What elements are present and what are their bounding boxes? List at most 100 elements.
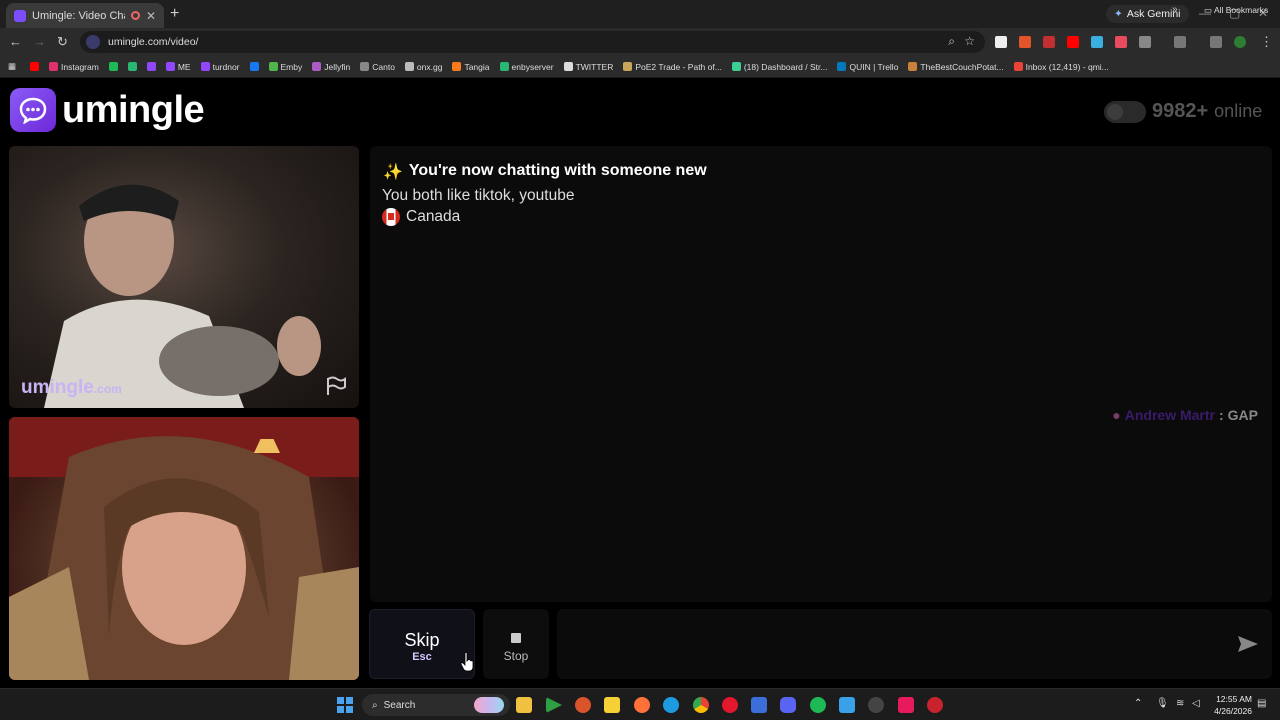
bookmark-item[interactable] [30,62,40,71]
emby-icon [268,62,278,71]
notepad-icon[interactable] [839,697,855,713]
report-flag-icon[interactable] [325,376,347,396]
reload-icon[interactable]: ↻ [57,34,68,50]
notifications-icon[interactable]: ▤ [1257,698,1266,709]
app-red-icon[interactable] [927,697,943,713]
bookmark-item[interactable]: ME [165,62,191,72]
url-text[interactable]: umingle.com/video/ [108,36,198,48]
canada-flag-icon [382,208,400,226]
online-label: online [1214,101,1263,121]
bookmark-label: Tangia [464,61,490,72]
firefox-icon[interactable] [634,697,650,713]
extension-youtube-icon[interactable] [1067,36,1079,48]
extension-k-icon[interactable] [995,36,1007,48]
browser-menu-icon[interactable]: ⋮ [1260,34,1273,50]
site-info-icon[interactable] [86,35,100,49]
jellyfin-icon [312,62,322,71]
tiktok-icon[interactable] [898,697,914,713]
clock-date: 4/26/2026 [1214,706,1252,716]
app-blue-icon[interactable] [751,697,767,713]
bookmark-item[interactable]: enbyserver [499,61,554,72]
chat-country-name: Canada [406,208,461,225]
stop-button[interactable]: Stop [483,609,549,679]
microphone-icon[interactable]: 🎙 [1156,698,1169,709]
back-icon[interactable]: ← [9,34,22,49]
bookmark-item[interactable]: Inbox (12,419) - qmi... [1013,62,1109,72]
tab-title: Umingle: Video Chat with S [32,9,125,22]
bookmark-item[interactable]: Emby [268,62,302,72]
bookmark-item[interactable]: Canto [360,62,395,72]
apps-grid-icon[interactable]: ▦ [8,61,16,72]
dashboard-icon [731,62,741,71]
volume-icon[interactable]: ◁ [1192,698,1200,709]
media-icon[interactable] [1210,36,1222,48]
bookmarks-overflow-icon[interactable]: » [1172,4,1178,15]
twitch-icon [200,62,210,71]
bookmark-item[interactable]: QUIN | Trello [837,62,898,72]
bookmark-item[interactable] [108,62,118,71]
obs-icon[interactable] [868,697,884,713]
extension-red-icon[interactable] [1043,36,1055,48]
cast-icon[interactable] [1174,36,1186,48]
chrome-icon[interactable] [693,697,709,713]
online-toggle[interactable] [1104,100,1146,123]
new-tab-button[interactable]: + [170,5,179,23]
bookmark-item[interactable]: turdnor [200,61,240,72]
bookmark-label: QUIN | Trello [849,61,899,72]
bookmark-item[interactable] [127,62,137,71]
bookmark-item[interactable]: TWITTER [563,62,613,72]
bookmark-item[interactable]: (18) Dashboard / Str... [731,62,827,72]
clock[interactable]: 12:55 AM 4/26/2026 [1208,693,1252,717]
bookmark-item[interactable]: onx.gg [404,61,443,72]
edge-icon[interactable] [663,697,679,713]
wifi-icon[interactable]: ≋ [1176,698,1184,709]
logo-text: umingle [62,88,205,131]
bookmark-star-icon[interactable]: ☆ [964,34,975,48]
browser-tab[interactable]: Umingle: Video Chat with S ✕ [6,3,164,28]
chat-message-author[interactable]: Andrew Martr [1125,407,1215,423]
chat-message-emoji-icon: ● [1112,407,1121,423]
profile-avatar[interactable] [1234,36,1246,48]
bookmark-item[interactable]: Jellyfin [312,62,350,72]
extension-pinned-icon[interactable] [1115,36,1127,48]
tray-overflow-icon[interactable]: ⌃ [1134,698,1142,709]
stop-icon [511,633,521,643]
bookmark-item[interactable]: TheBestCouchPotat... [908,62,1004,72]
bookmark-list: Instagram ME turdnor Emby Jellyfin Canto onx.g… [30,62,1119,72]
all-bookmarks-button[interactable]: ▭ All Bookmarks [1204,5,1268,16]
bookmark-item[interactable]: PoE2 Trade - Path of... [623,62,722,72]
bookmark-label: Jellyfin [324,61,351,72]
opera-icon[interactable] [722,697,738,713]
tab-close-icon[interactable]: ✕ [146,9,156,23]
zoom-icon[interactable]: ⌕ [948,34,955,49]
bookmark-item[interactable] [146,62,156,71]
sparkle-icon: ✨ [383,164,403,181]
sticky-notes-icon[interactable] [604,697,620,713]
spotify-icon[interactable] [810,697,826,713]
send-icon[interactable] [1236,634,1260,654]
taskbar-search[interactable]: ⌕ Search [362,694,510,716]
poe-icon [623,62,633,71]
extensions-puzzle-icon[interactable] [1139,36,1151,48]
url-bar[interactable]: umingle.com/video/ ⌕ ☆ [80,31,985,53]
chat-country: Canada [382,208,460,226]
bookmark-item[interactable] [249,62,259,71]
umingle-logo[interactable]: umingle [10,88,205,132]
app-orange-icon[interactable] [575,697,591,713]
forward-icon[interactable]: → [33,34,46,49]
media-player-icon[interactable] [546,697,562,713]
bookmark-label: turdnor [212,61,240,72]
extension-fox-icon[interactable] [1019,36,1031,48]
bookmark-label: onx.gg [416,61,443,72]
chat-message-text: GAP [1227,407,1258,423]
bookmark-item[interactable]: Tangia [452,61,490,72]
extension-tampermonkey-icon[interactable] [1091,36,1103,48]
bookmark-label: enbyserver [511,61,554,72]
bookmark-item[interactable]: Instagram [49,62,99,72]
message-input[interactable] [557,609,1272,679]
discord-icon[interactable] [780,697,796,713]
stop-label: Stop [503,649,529,663]
start-button[interactable] [337,697,353,713]
file-explorer-icon[interactable] [516,697,532,713]
watermark-suffix: .com [93,382,122,396]
